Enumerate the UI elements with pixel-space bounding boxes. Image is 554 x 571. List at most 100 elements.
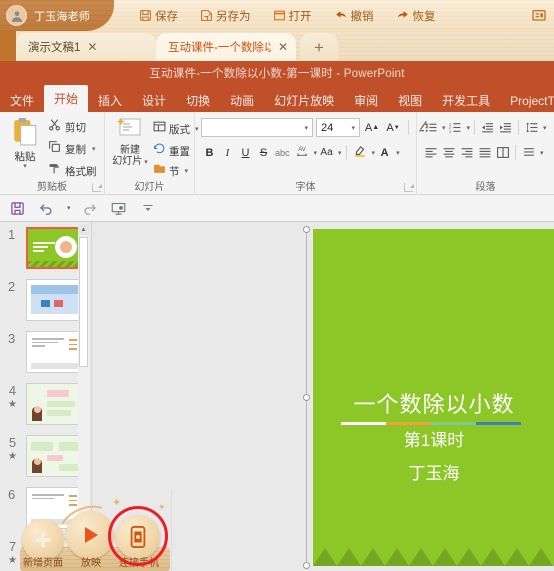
rule-segment-1 [341, 422, 386, 425]
redo-icon[interactable] [80, 198, 100, 218]
bullets-icon[interactable] [422, 118, 439, 137]
thumb3-marks [69, 339, 77, 353]
align-center-icon[interactable] [440, 143, 457, 162]
columns-icon[interactable] [494, 143, 511, 162]
start-slideshow-icon[interactable] [109, 198, 129, 218]
text-shadow-button[interactable]: abc [273, 143, 292, 162]
text-highlight-icon [353, 144, 367, 161]
ribbon-tab-transitions[interactable]: 切换 [176, 89, 220, 112]
ribbon-tab-design[interactable]: 设计 [132, 89, 176, 112]
text-highlight-caret-icon[interactable]: ▾ [372, 149, 376, 157]
thumbnail-2-preview[interactable] [26, 279, 83, 321]
font-color-button[interactable]: A [376, 143, 393, 162]
scrollbar-thumb[interactable] [79, 237, 88, 367]
numbering-caret-icon[interactable]: ▾ [467, 124, 471, 132]
font-dialog-launcher[interactable] [404, 183, 414, 192]
align-left-icon[interactable] [422, 143, 439, 162]
thumbnail-6-number: 6 [8, 487, 16, 502]
new-slide-button[interactable]: 新建 幻灯片 ▾ [109, 116, 151, 178]
save-button[interactable]: 保存 [128, 0, 189, 31]
start-show-button[interactable] [66, 511, 114, 559]
ribbon-tab-animations[interactable]: 动画 [220, 89, 264, 112]
ribbon-tab-view[interactable]: 视图 [388, 89, 432, 112]
paragraph-separator-2 [518, 120, 520, 135]
cut-button[interactable]: 剪切 [48, 118, 86, 136]
sparkle-icon: ✦ [112, 497, 122, 509]
new-slide-caret-icon[interactable]: ▾ [144, 159, 148, 166]
thumbnail-1-number: 1 [8, 227, 16, 242]
presentation-icon[interactable] [528, 5, 550, 27]
selection-handle-top-left[interactable] [303, 226, 310, 233]
line-spacing-icon[interactable] [523, 118, 540, 137]
document-tab-2[interactable]: 互动课件-一个数除以... ✕ [156, 33, 296, 61]
clipboard-dialog-launcher[interactable] [92, 183, 102, 192]
align-right-icon[interactable] [458, 143, 475, 162]
customize-toolbar-icon[interactable] [138, 198, 158, 218]
bullets-caret-icon[interactable]: ▾ [442, 124, 446, 132]
document-tab-1-close-icon[interactable]: ✕ [87, 40, 97, 54]
ribbon-tab-slideshow[interactable]: 幻灯片放映 [264, 89, 344, 112]
decrease-font-size-button[interactable]: A ▼ [384, 118, 402, 137]
document-tab-2-close-icon[interactable]: ✕ [278, 40, 288, 54]
change-case-caret-icon[interactable]: ▾ [338, 149, 342, 157]
bold-button[interactable]: B [201, 143, 218, 162]
text-direction-icon[interactable] [520, 143, 537, 162]
paragraph-separator-3 [515, 145, 516, 160]
character-spacing-caret-icon[interactable]: ▾ [314, 149, 318, 157]
character-spacing-button[interactable]: AV [293, 143, 311, 162]
ribbon-tab-projecttimeline[interactable]: ProjectTimeLi [500, 89, 554, 112]
thumbnail-1-preview[interactable] [26, 227, 83, 269]
ribbon-tab-file[interactable]: 文件 [0, 89, 44, 112]
thumbnail-4-preview[interactable] [26, 383, 83, 425]
save-as-button[interactable]: 另存为 [189, 0, 262, 31]
copy-button[interactable]: 复制 ▾ [48, 140, 96, 158]
text-highlight-button[interactable] [351, 143, 369, 162]
svg-text:AV: AV [298, 146, 306, 152]
ribbon-tab-developer[interactable]: 开发工具 [432, 89, 500, 112]
text-direction-caret-icon[interactable]: ▾ [540, 149, 544, 157]
selection-handle-middle-left[interactable] [303, 394, 310, 401]
ribbon-tab-insert[interactable]: 插入 [88, 89, 132, 112]
reset-button[interactable]: 重置 [153, 142, 190, 160]
current-slide[interactable]: 一个数除以小数 第1课时 丁玉海 [313, 229, 554, 566]
slide-author-text[interactable]: 丁玉海 [313, 459, 554, 484]
increase-font-size-button[interactable]: A ▲ [363, 118, 381, 137]
slide-title-text[interactable]: 一个数除以小数 [313, 387, 554, 419]
redo-button[interactable]: 恢复 [385, 0, 447, 31]
open-button[interactable]: 打开 [262, 0, 323, 31]
copy-caret-icon[interactable]: ▾ [92, 145, 96, 153]
font-size-input[interactable]: 24 ▾ [316, 118, 360, 137]
font-name-caret-icon[interactable]: ▾ [304, 124, 308, 132]
section-caret-icon[interactable]: ▾ [185, 167, 189, 175]
paste-caret-icon[interactable]: ▾ [23, 163, 27, 170]
ribbon-tab-home[interactable]: 开始 [44, 85, 89, 112]
slide-subtitle-text[interactable]: 第1课时 [313, 426, 554, 451]
selection-handle-bottom-left[interactable] [303, 562, 310, 569]
layout-button[interactable]: 版式 ▾ [153, 120, 199, 138]
ribbon-tab-review[interactable]: 审阅 [344, 89, 388, 112]
font-size-caret-icon[interactable]: ▾ [351, 124, 355, 132]
underline-button[interactable]: U [237, 143, 254, 162]
thumbnail-5-preview[interactable] [26, 435, 83, 477]
font-color-caret-icon[interactable]: ▾ [396, 149, 400, 157]
document-tab-1[interactable]: 演示文稿1 ✕ [16, 33, 156, 61]
scroll-up-arrow-icon[interactable]: ▲ [78, 224, 89, 235]
paste-button[interactable]: 粘贴 ▾ [5, 116, 45, 178]
thumbnail-3-preview[interactable] [26, 331, 83, 373]
new-tab-button[interactable]: + [300, 33, 338, 61]
italic-button[interactable]: I [219, 143, 236, 162]
undo-caret-icon[interactable]: ▾ [67, 204, 71, 212]
thumbnail-5-number: 5 ★ [8, 435, 17, 462]
undo-button[interactable]: 撤销 [323, 0, 385, 31]
undo-icon[interactable] [36, 198, 56, 218]
increase-indent-icon[interactable] [497, 118, 514, 137]
numbering-icon[interactable]: 123 [447, 118, 464, 137]
decrease-indent-icon[interactable] [479, 118, 496, 137]
font-name-input[interactable]: ▾ [201, 118, 313, 137]
user-account-chip[interactable]: 丁玉海老师 [0, 0, 114, 31]
line-spacing-caret-icon[interactable]: ▾ [543, 124, 547, 132]
save-disk-icon[interactable] [7, 198, 27, 218]
strikethrough-button[interactable]: S [255, 143, 272, 162]
change-case-button[interactable]: Aa [318, 143, 335, 162]
justify-icon[interactable] [476, 143, 493, 162]
